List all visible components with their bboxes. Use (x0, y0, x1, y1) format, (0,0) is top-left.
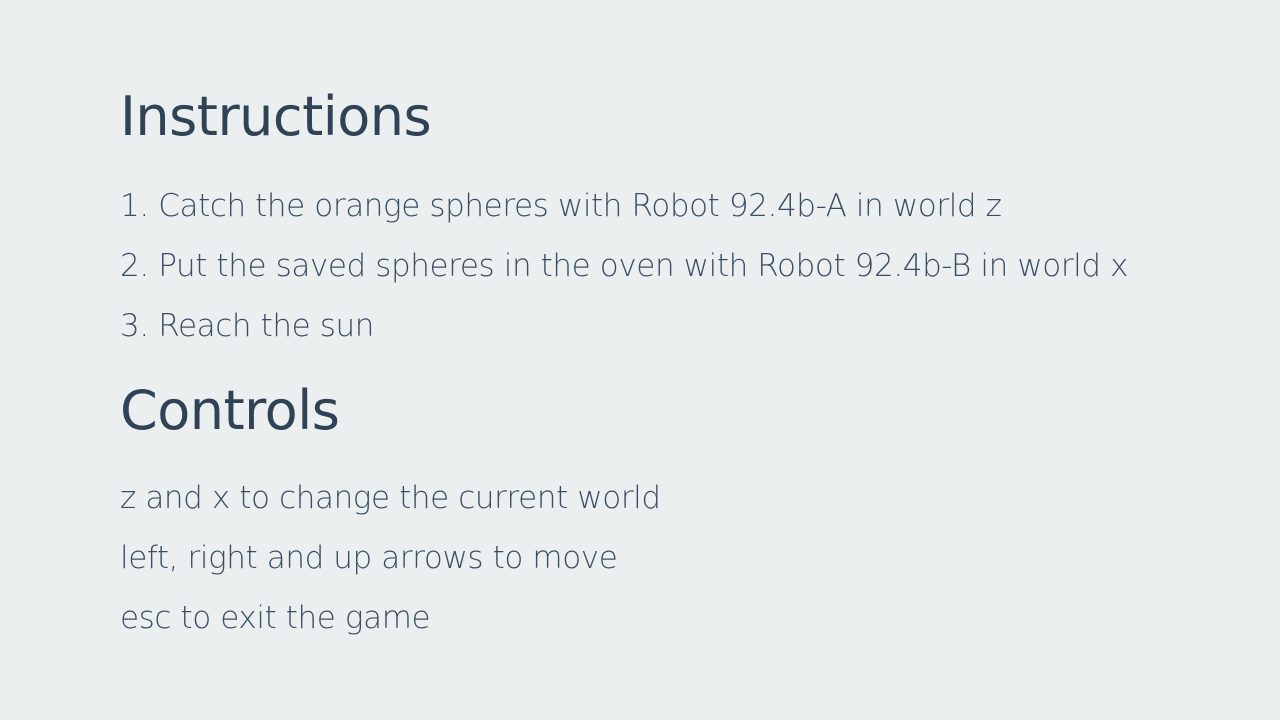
controls-list: z and x to change the current world left… (120, 468, 1260, 648)
controls-title: Controls (120, 379, 340, 442)
instruction-step: 2. Put the saved spheres in the oven wit… (120, 248, 1129, 284)
instructions-title: Instructions (120, 85, 432, 148)
help-screen: Instructions 1. Catch the orange spheres… (120, 86, 1260, 648)
instruction-step: 1. Catch the orange spheres with Robot 9… (120, 188, 1002, 224)
instruction-step: 3. Reach the sun (120, 308, 374, 344)
instructions-list: 1. Catch the orange spheres with Robot 9… (120, 176, 1260, 356)
control-item: left, right and up arrows to move (120, 540, 618, 576)
control-item: z and x to change the current world (120, 480, 661, 516)
control-item: esc to exit the game (120, 600, 431, 636)
